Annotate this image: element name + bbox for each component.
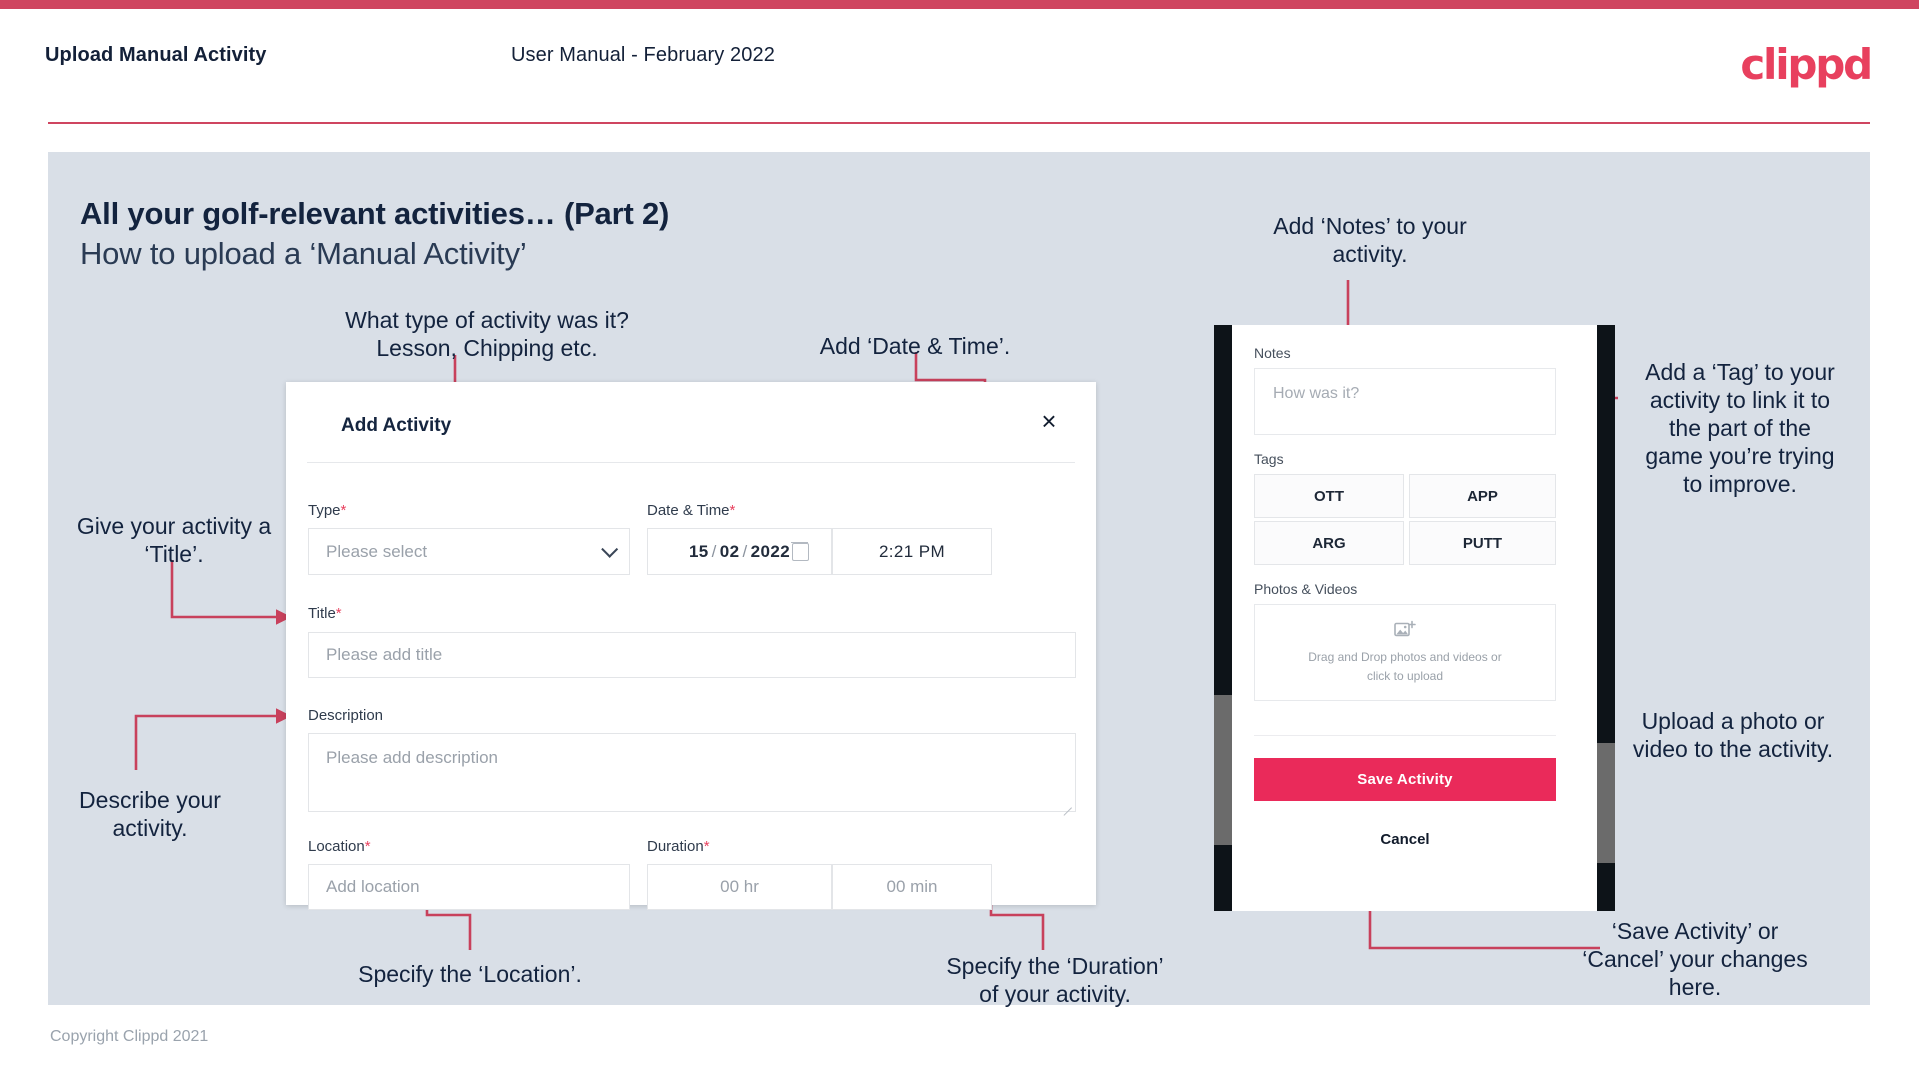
- annotation-notes-note: Add ‘Notes’ to your activity.: [1273, 213, 1467, 268]
- description-label: Description: [308, 707, 383, 724]
- duration-hours-input[interactable]: 00 hr: [647, 864, 832, 910]
- phone-divider: [1254, 735, 1556, 736]
- location-label: Location*: [308, 838, 371, 855]
- duration-hours-placeholder: 00 hr: [720, 877, 759, 896]
- slide-title-primary: All your golf-relevant activities… (Part…: [80, 196, 670, 231]
- title-input[interactable]: Please add title: [308, 632, 1076, 678]
- date-month: 02: [719, 541, 740, 561]
- save-activity-button[interactable]: Save Activity: [1254, 758, 1556, 801]
- title-field-label: Title*: [308, 605, 342, 622]
- annotation-upload-note: Upload a photo or video to the activity.: [1632, 708, 1834, 763]
- tag-app-button[interactable]: APP: [1409, 474, 1556, 518]
- cancel-button[interactable]: Cancel: [1254, 831, 1556, 848]
- annotation-location-note: Specify the ‘Location’.: [358, 961, 582, 987]
- description-label-text: Description: [308, 707, 384, 724]
- location-required-marker: *: [364, 838, 371, 855]
- datetime-label: Date & Time*: [647, 502, 735, 519]
- dialog-title: Add Activity: [341, 415, 452, 436]
- close-icon[interactable]: ×: [1032, 404, 1066, 438]
- title-placeholder: Please add title: [326, 645, 443, 664]
- tag-arg-button[interactable]: ARG: [1254, 521, 1404, 565]
- date-sep-2: /: [742, 541, 748, 561]
- header-divider: [48, 122, 1870, 124]
- slide-page: Upload Manual Activity User Manual - Feb…: [0, 0, 1919, 1079]
- duration-minutes-placeholder: 00 min: [886, 877, 938, 896]
- location-label-text: Location: [308, 838, 365, 855]
- dropzone-line-2: click to upload: [1366, 668, 1444, 683]
- notes-input[interactable]: How was it?: [1254, 368, 1556, 435]
- date-sep-1: /: [711, 541, 717, 561]
- date-day: 15: [688, 541, 709, 561]
- location-input[interactable]: Add location: [308, 864, 630, 910]
- top-accent-bar: [0, 0, 1919, 9]
- duration-minutes-input[interactable]: 00 min: [832, 864, 992, 910]
- title-label-text: Title: [308, 605, 336, 622]
- annotation-description-note: Describe your activity.: [79, 787, 221, 842]
- date-input[interactable]: 15 / 02 / 2022: [647, 528, 832, 575]
- notes-label: Notes: [1254, 345, 1291, 361]
- type-placeholder: Please select: [326, 541, 428, 561]
- notes-placeholder: How was it?: [1273, 385, 1360, 402]
- header-center-title: User Manual - February 2022: [511, 44, 775, 66]
- annotation-save-note: ‘Save Activity’ or ‘Cancel’ your changes…: [1582, 918, 1808, 1001]
- copyright-footer: Copyright Clippd 2021: [50, 1028, 209, 1045]
- type-label-text: Type: [308, 502, 341, 519]
- annotation-type-note: What type of activity was it? Lesson, Ch…: [345, 307, 629, 362]
- annotation-title-note: Give your activity a ‘Title’.: [76, 513, 272, 568]
- annotation-duration-note: Specify the ‘Duration’ of your activity.: [946, 953, 1164, 1008]
- slide-title-secondary: How to upload a ‘Manual Activity’: [80, 236, 527, 271]
- phone-screen: Notes How was it? Tags OTT APP ARG PUTT …: [1232, 325, 1597, 911]
- time-input[interactable]: 2:21 PM: [832, 528, 992, 575]
- datetime-label-text: Date & Time: [647, 502, 730, 519]
- dialog-divider: [307, 462, 1075, 463]
- dropzone-line-1: Drag and Drop photos and videos or: [1308, 649, 1502, 664]
- title-required-marker: *: [335, 605, 342, 622]
- date-year: 2022: [750, 541, 791, 561]
- duration-required-marker: *: [703, 838, 710, 855]
- tag-putt-button[interactable]: PUTT: [1409, 521, 1556, 565]
- type-select[interactable]: Please select: [308, 528, 630, 575]
- description-placeholder: Please add description: [326, 748, 499, 767]
- duration-label: Duration*: [647, 838, 710, 855]
- add-image-icon: [1394, 620, 1416, 637]
- calendar-icon[interactable]: [791, 541, 809, 561]
- description-textarea[interactable]: Please add description: [308, 733, 1076, 812]
- phone-bezel-right-accent: [1597, 743, 1615, 863]
- annotation-tag-note: Add a ‘Tag’ to your activity to link it …: [1645, 359, 1835, 498]
- tag-ott-button[interactable]: OTT: [1254, 474, 1404, 518]
- tags-label: Tags: [1254, 451, 1284, 467]
- phone-bezel-left-accent: [1214, 695, 1232, 845]
- add-activity-dialog: Add Activity × Type* Please select Date …: [286, 382, 1096, 910]
- time-value: 2:21 PM: [878, 541, 946, 561]
- photo-dropzone[interactable]: Drag and Drop photos and videos or click…: [1254, 604, 1556, 701]
- annotation-datetime-note: Add ‘Date & Time’.: [819, 333, 1011, 359]
- datetime-required-marker: *: [729, 502, 736, 519]
- header-left-title: Upload Manual Activity: [45, 44, 267, 66]
- resize-handle-icon[interactable]: [1061, 798, 1072, 809]
- clippd-logo: clippd: [1740, 40, 1873, 89]
- duration-label-text: Duration: [647, 838, 704, 855]
- location-placeholder: Add location: [326, 877, 420, 896]
- type-label: Type*: [308, 502, 346, 519]
- chevron-down-icon: [601, 540, 619, 558]
- photos-label: Photos & Videos: [1254, 581, 1358, 597]
- type-required-marker: *: [340, 502, 347, 519]
- phone-mockup: Notes How was it? Tags OTT APP ARG PUTT …: [1214, 325, 1615, 911]
